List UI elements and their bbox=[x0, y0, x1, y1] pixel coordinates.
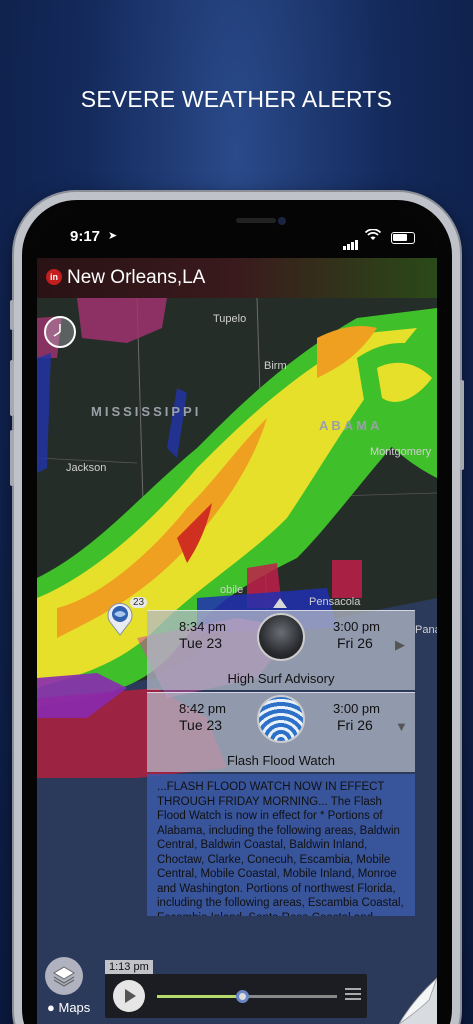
pin-alert-count: 23 bbox=[130, 597, 148, 608]
mute-switch bbox=[10, 300, 14, 330]
map-label-tupelo: Tupelo bbox=[213, 313, 247, 325]
apple-logo-icon: ● bbox=[47, 1000, 55, 1015]
alert-title: High Surf Advisory bbox=[227, 671, 335, 686]
alert-end-time: 3:00 pm bbox=[333, 701, 380, 716]
alert-start-time: 8:34 pm bbox=[179, 619, 226, 634]
clock-button[interactable] bbox=[44, 316, 76, 348]
page-curl-icon bbox=[398, 977, 437, 1024]
map-label-alabama: ABAMA bbox=[319, 418, 383, 433]
timeline-slider[interactable] bbox=[157, 990, 337, 1003]
volume-down-button bbox=[10, 430, 14, 486]
alert-start-date: Tue 23 bbox=[179, 717, 223, 733]
timeline-knob[interactable] bbox=[235, 990, 249, 1003]
map-label-pensacola: Pensacola bbox=[309, 596, 361, 608]
page-curl-button[interactable] bbox=[398, 970, 437, 1024]
wifi-icon bbox=[364, 228, 382, 244]
clock-icon bbox=[53, 324, 61, 337]
alert-start-time: 8:42 pm bbox=[179, 701, 226, 716]
alert-card-flash-flood[interactable]: 8:42 pm Tue 23 3:00 pm Fri 26 ▼ Flash Fl… bbox=[147, 692, 415, 772]
play-icon bbox=[125, 989, 136, 1003]
playback-timestamp: 1:13 pm bbox=[105, 960, 153, 974]
volume-up-button bbox=[10, 360, 14, 416]
promo-headline: SEVERE WEATHER ALERTS bbox=[80, 86, 393, 112]
frames-menu-button[interactable] bbox=[345, 988, 361, 1003]
phone-speaker bbox=[236, 218, 276, 223]
power-button bbox=[460, 380, 464, 470]
alert-start-date: Tue 23 bbox=[179, 635, 223, 651]
surf-icon bbox=[257, 613, 305, 661]
layers-icon bbox=[53, 966, 75, 987]
alerts-panel: 8:34 pm Tue 23 3:00 pm Fri 26 ▶ High Sur… bbox=[147, 610, 415, 916]
alert-card-high-surf[interactable]: 8:34 pm Tue 23 3:00 pm Fri 26 ▶ High Sur… bbox=[147, 610, 415, 690]
map-label-mississippi: MISSISSIPPI bbox=[91, 404, 202, 419]
location-arrow-icon: ➤ bbox=[108, 230, 118, 242]
layers-button[interactable] bbox=[45, 957, 83, 995]
signal-icon bbox=[343, 232, 359, 250]
chevron-down-icon[interactable]: ▼ bbox=[395, 719, 408, 734]
status-time: 9:17 bbox=[70, 228, 101, 245]
map-label-birmingham: Birm bbox=[264, 360, 287, 372]
radar-player bbox=[105, 974, 367, 1018]
maps-credit-label: Maps bbox=[58, 1000, 91, 1015]
battery-icon bbox=[391, 232, 415, 244]
alert-detail-text: ...FLASH FLOOD WATCH NOW IN EFFECT THROU… bbox=[147, 774, 415, 916]
alert-end-date: Fri 26 bbox=[337, 635, 373, 651]
map-label-montgomery: Montgomery bbox=[370, 446, 432, 458]
alert-end-time: 3:00 pm bbox=[333, 619, 380, 634]
app-header: in New Orleans,LA bbox=[37, 258, 437, 298]
phone-screen: 9:17 ➤ in New Orleans,LA Tupelo Birm MIS… bbox=[37, 210, 437, 1024]
alert-title: Flash Flood Watch bbox=[227, 753, 335, 768]
map-label-jackson: Jackson bbox=[66, 462, 107, 474]
map-label-pana: Pana bbox=[415, 624, 437, 636]
timeline-progress bbox=[157, 995, 242, 998]
map-label-mobile: obile bbox=[220, 584, 244, 596]
phone-camera bbox=[278, 217, 286, 225]
apple-maps-credit[interactable]: ● Maps bbox=[47, 1000, 90, 1015]
map-center-arrow-icon bbox=[273, 598, 287, 608]
chevron-right-icon[interactable]: ▶ bbox=[395, 637, 405, 653]
phone-notch bbox=[140, 210, 338, 242]
app-logo: in bbox=[46, 269, 62, 285]
flood-icon bbox=[257, 695, 305, 743]
play-button[interactable] bbox=[113, 980, 145, 1012]
location-title[interactable]: New Orleans,LA bbox=[67, 267, 205, 289]
alert-end-date: Fri 26 bbox=[337, 717, 373, 733]
